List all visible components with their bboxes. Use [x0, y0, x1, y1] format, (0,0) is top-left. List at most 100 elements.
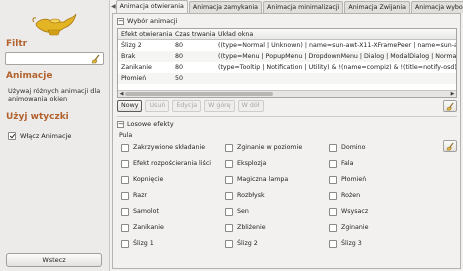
- effect-checkbox[interactable]: Zanikanie: [121, 222, 225, 233]
- effect-label: Eksplozja: [237, 160, 267, 167]
- reset-pool-button[interactable]: [443, 140, 457, 152]
- move-up-button[interactable]: W górę: [204, 100, 235, 112]
- effect-checkbox[interactable]: Sen: [225, 206, 329, 217]
- table-row[interactable]: Zanikanie 80 (type=Tooltip | Notificatio…: [118, 62, 456, 73]
- effect-label: Zginanie w poziomie: [237, 144, 303, 151]
- tab-open-animation[interactable]: Animacja otwierania: [115, 0, 188, 13]
- effect-label: Zanikanie: [133, 224, 164, 231]
- column-header[interactable]: Efekt otwierania: [118, 29, 172, 39]
- move-down-button[interactable]: W dół: [237, 100, 264, 112]
- random-effects-header[interactable]: − Losowe efekty: [117, 120, 174, 128]
- effect-checkbox[interactable]: Fala: [329, 158, 431, 169]
- magic-lamp-icon: [32, 13, 77, 36]
- checkbox-icon[interactable]: [329, 191, 337, 200]
- tab-scroll-left-icon[interactable]: ◀: [111, 1, 116, 13]
- checkbox-icon[interactable]: [225, 159, 233, 168]
- column-header[interactable]: Układ okna: [215, 29, 456, 39]
- checkbox-icon[interactable]: [225, 175, 233, 184]
- effect-checkbox[interactable]: Ślizg 1: [121, 238, 225, 249]
- checkbox-icon[interactable]: [329, 143, 337, 152]
- checkbox-icon[interactable]: [225, 191, 233, 200]
- animation-heading: Animacje: [6, 71, 53, 81]
- broom-icon: [446, 142, 454, 151]
- new-button[interactable]: Nowy: [117, 100, 143, 112]
- edit-button[interactable]: Edycja: [172, 100, 202, 112]
- tab-focus-animation[interactable]: Animacja wyboru: [410, 1, 463, 13]
- effect-label: Rozbłysk: [237, 192, 265, 199]
- enable-plugin-checkbox[interactable]: Włącz Animacje: [8, 132, 71, 140]
- scroll-right-icon[interactable]: ▶: [449, 91, 456, 97]
- collapse-icon[interactable]: −: [117, 17, 124, 25]
- table-buttons: Nowy Usuń Edycja W górę W dół: [117, 100, 264, 112]
- checkbox-icon[interactable]: [121, 143, 129, 152]
- effect-cell: Ślizg 2: [121, 42, 142, 49]
- horizontal-scrollbar[interactable]: ◀ ▶: [118, 90, 456, 97]
- tab-shade-animation[interactable]: Animacja Zwijania: [344, 1, 410, 13]
- back-button[interactable]: Wstecz: [6, 253, 102, 267]
- effect-checkbox[interactable]: Razr: [121, 190, 225, 201]
- checkbox-icon[interactable]: [8, 132, 16, 140]
- effect-checkbox[interactable]: Ślizg 2: [225, 238, 329, 249]
- reset-table-button[interactable]: [443, 100, 457, 112]
- checkbox-icon[interactable]: [329, 207, 337, 216]
- effect-checkbox[interactable]: Domino: [329, 142, 431, 153]
- effect-label: Sen: [237, 208, 249, 215]
- filter-heading: Filtr: [6, 39, 28, 49]
- checkbox-icon[interactable]: [121, 191, 129, 200]
- effect-checkbox[interactable]: Samolot: [121, 206, 225, 217]
- animation-selection-header[interactable]: − Wybór animacji: [117, 17, 177, 25]
- checkbox-icon[interactable]: [121, 159, 129, 168]
- checkbox-icon[interactable]: [121, 223, 129, 232]
- tab-minimize-animation[interactable]: Animacja minimalizacji: [263, 1, 344, 13]
- checkbox-icon[interactable]: [225, 223, 233, 232]
- match-cell: ((type=Normal | Unknown) | name=sun-awt-…: [218, 42, 456, 49]
- checkbox-icon[interactable]: [121, 207, 129, 216]
- effect-label: Zakrzywione składanie: [133, 144, 206, 151]
- enable-plugin-label: Włącz Animacje: [20, 132, 72, 140]
- collapse-icon[interactable]: −: [117, 120, 124, 128]
- scroll-left-icon[interactable]: ◀: [118, 91, 125, 97]
- effect-checkbox[interactable]: Ślizg 3: [329, 238, 431, 249]
- effect-label: Rożen: [341, 192, 361, 199]
- table-row[interactable]: Ślizg 2 80 ((type=Normal | Unknown) | na…: [118, 40, 456, 51]
- effect-checkbox[interactable]: Efekt rozpościerania liści: [121, 158, 225, 169]
- effect-label: Zbliżenie: [237, 224, 266, 231]
- checkbox-icon[interactable]: [329, 239, 337, 248]
- checkbox-icon[interactable]: [329, 159, 337, 168]
- effect-label: Płomień: [341, 176, 367, 183]
- checkbox-icon[interactable]: [225, 143, 233, 152]
- effect-checkbox[interactable]: Rozbłysk: [225, 190, 329, 201]
- effect-label: Ślizg 2: [237, 240, 258, 247]
- effect-label: Magiczna lampa: [237, 176, 289, 183]
- checkbox-icon[interactable]: [121, 239, 129, 248]
- effect-checkbox[interactable]: Rożen: [329, 190, 431, 201]
- checkbox-icon[interactable]: [121, 175, 129, 184]
- delete-button[interactable]: Usuń: [145, 100, 170, 112]
- effect-checkbox[interactable]: Eksplozja: [225, 158, 329, 169]
- table-row[interactable]: Brak 80 ((type=Menu | PopupMenu | Dropdo…: [118, 51, 456, 62]
- clear-broom-icon[interactable]: [91, 54, 101, 64]
- table-row[interactable]: Płomień 50: [118, 73, 456, 84]
- checkbox-icon[interactable]: [329, 175, 337, 184]
- table-header: Efekt otwierania Czas trwania Układ okna: [118, 29, 456, 40]
- checkbox-icon[interactable]: [329, 223, 337, 232]
- effect-checkbox[interactable]: Zginanie w poziomie: [225, 142, 329, 153]
- checkbox-icon[interactable]: [225, 207, 233, 216]
- effect-checkbox[interactable]: Kopnięcie: [121, 174, 225, 185]
- match-cell: [215, 73, 456, 84]
- effect-checkbox[interactable]: Magiczna lampa: [225, 174, 329, 185]
- column-header[interactable]: Czas trwania: [172, 29, 215, 39]
- effect-checkbox[interactable]: Zbliżenie: [225, 222, 329, 233]
- filter-input[interactable]: [5, 52, 104, 65]
- effect-checkbox[interactable]: Zakrzywione składanie: [121, 142, 225, 153]
- match-cell: (type=Tooltip | Notification | Utility) …: [218, 64, 456, 71]
- effect-checkbox[interactable]: Płomień: [329, 174, 431, 185]
- scrollbar-thumb[interactable]: [125, 92, 273, 96]
- duration-cell: 80: [175, 42, 184, 49]
- effect-checkbox[interactable]: Wsysacz: [329, 206, 431, 217]
- plugin-description: Używaj różnych animacji dla animowania o…: [8, 87, 101, 103]
- tab-close-animation[interactable]: Animacja zamykania: [188, 1, 263, 13]
- animation-table[interactable]: Efekt otwierania Czas trwania Układ okna…: [117, 28, 457, 98]
- checkbox-icon[interactable]: [225, 239, 233, 248]
- effect-checkbox[interactable]: Zginanie: [329, 222, 431, 233]
